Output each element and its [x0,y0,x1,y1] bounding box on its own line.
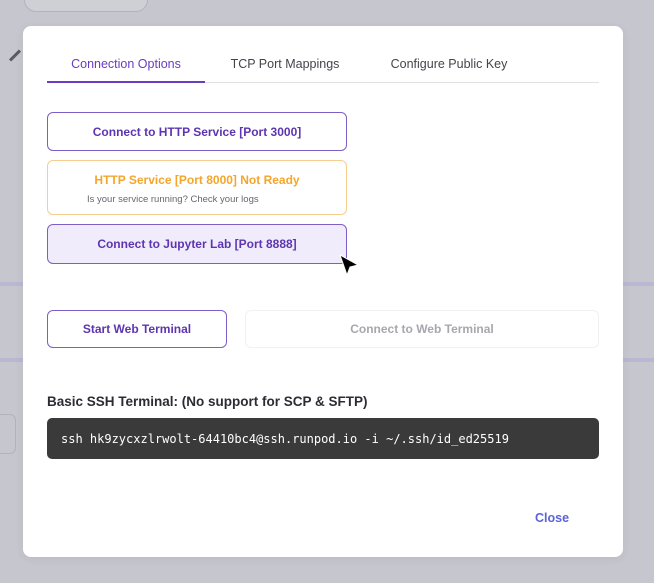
background-pill [24,0,148,12]
http-8000-not-ready-notice: HTTP Service [Port 8000] Not Ready Is yo… [47,160,347,215]
tab-connection-options[interactable]: Connection Options [47,48,205,83]
not-ready-title: HTTP Service [Port 8000] Not Ready [94,173,300,187]
close-button[interactable]: Close [535,511,569,525]
connect-web-terminal-button: Connect to Web Terminal [245,310,599,348]
tab-configure-public-key[interactable]: Configure Public Key [381,48,517,83]
ssh-command-box[interactable]: ssh hk9zycxzlrwolt-64410bc4@ssh.runpod.i… [47,418,599,459]
ssh-command-text[interactable]: ssh hk9zycxzlrwolt-64410bc4@ssh.runpod.i… [61,432,509,446]
tab-tcp-port-mappings[interactable]: TCP Port Mappings [223,48,347,83]
background-box [0,414,16,454]
tab-bar: Connection Options TCP Port Mappings Con… [47,48,599,83]
ssh-terminal-label: Basic SSH Terminal: (No support for SCP … [47,394,368,409]
connect-http-3000-button[interactable]: Connect to HTTP Service [Port 3000] [47,112,347,151]
connect-jupyter-lab-button[interactable]: Connect to Jupyter Lab [Port 8888] [47,224,347,264]
not-ready-subtitle: Is your service running? Check your logs [87,194,259,205]
connect-modal: Connection Options TCP Port Mappings Con… [23,26,623,557]
pencil-icon [8,49,22,62]
mouse-pointer-icon [339,254,360,277]
start-web-terminal-button[interactable]: Start Web Terminal [47,310,227,348]
